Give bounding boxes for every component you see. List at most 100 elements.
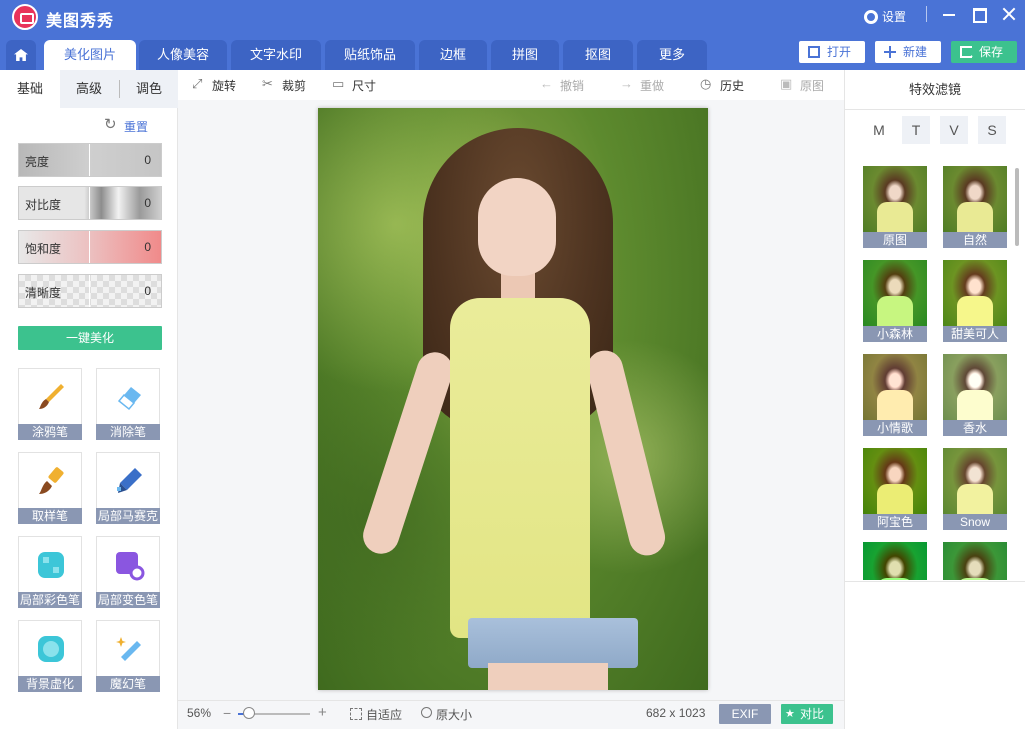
brightness-slider[interactable]: 亮度 0 xyxy=(18,143,162,177)
filter-label: 小情歌 xyxy=(863,420,927,436)
filter-category-v[interactable]: V xyxy=(940,116,968,144)
filter-love-song[interactable]: 小情歌 xyxy=(863,354,927,436)
open-button[interactable]: 打开 xyxy=(799,41,865,63)
tool-local-mosaic[interactable]: 局部马赛克 xyxy=(96,452,160,524)
fit-to-window-button[interactable]: 自适应 xyxy=(350,706,402,723)
close-icon[interactable] xyxy=(1001,6,1017,22)
filter-thumbnail xyxy=(943,260,1007,326)
image-canvas[interactable] xyxy=(178,100,844,700)
zoom-out-icon[interactable]: − xyxy=(223,705,231,721)
subtab-color[interactable]: 调色 xyxy=(120,70,178,108)
settings-button[interactable]: 设置 xyxy=(864,8,906,25)
filter-original[interactable]: 原图 xyxy=(863,166,927,248)
photo-shirt xyxy=(450,298,590,638)
rotate-icon: ⤢ xyxy=(192,76,203,91)
filter-label: Snow xyxy=(943,514,1007,530)
filter-label: 阿宝色 xyxy=(863,514,927,530)
filter-thumbnail xyxy=(863,542,927,580)
history-label: 历史 xyxy=(720,79,745,93)
tab-more[interactable]: 更多 xyxy=(637,40,707,70)
tab-cutout[interactable]: 抠图 xyxy=(563,40,633,70)
exif-button[interactable]: EXIF xyxy=(719,704,771,724)
tool-label: 取样笔 xyxy=(18,508,82,524)
tool-background-blur[interactable]: 背景虚化 xyxy=(18,620,82,692)
history-button[interactable]: ◷ 历史 xyxy=(700,77,744,94)
tool-label: 魔幻笔 xyxy=(96,676,160,692)
tab-stickers[interactable]: 贴纸饰品 xyxy=(325,40,415,70)
tool-label: 涂鸦笔 xyxy=(18,424,82,440)
filter-partial[interactable] xyxy=(943,542,1007,580)
filter-natural[interactable]: 自然 xyxy=(943,166,1007,248)
filter-partial[interactable] xyxy=(863,542,927,580)
minimize-icon[interactable] xyxy=(941,6,957,22)
save-label: 保存 xyxy=(979,45,1004,59)
tool-eraser-pen[interactable]: 消除笔 xyxy=(96,368,160,440)
photo-shorts xyxy=(468,618,638,668)
divider xyxy=(845,581,1025,582)
subtab-advanced[interactable]: 高级 xyxy=(60,70,118,108)
size-label: 尺寸 xyxy=(352,79,377,93)
zoom-in-icon[interactable]: + xyxy=(318,704,327,721)
filter-category-m[interactable]: M xyxy=(865,116,893,144)
filter-little-forest[interactable]: 小森林 xyxy=(863,260,927,342)
redo-button[interactable]: → 重做 xyxy=(620,77,664,94)
tool-sample-pen[interactable]: 取样笔 xyxy=(18,452,82,524)
zoom-percent: 56% xyxy=(187,706,212,720)
tab-text-watermark[interactable]: 文字水印 xyxy=(231,40,321,70)
tab-frame[interactable]: 边框 xyxy=(419,40,487,70)
tool-local-recolor-pen[interactable]: 局部变色笔 xyxy=(96,536,160,608)
filter-snow[interactable]: Snow xyxy=(943,448,1007,530)
maximize-icon[interactable] xyxy=(971,6,987,23)
filter-perfume[interactable]: 香水 xyxy=(943,354,1007,436)
filter-category-s[interactable]: S xyxy=(978,116,1006,144)
contrast-slider[interactable]: 对比度 0 xyxy=(18,186,162,220)
slider-value: 0 xyxy=(144,153,151,167)
filter-label: 原图 xyxy=(863,232,927,248)
zoom-slider-handle[interactable] xyxy=(243,707,255,719)
crop-button[interactable]: ✂ 裁剪 xyxy=(262,77,306,94)
redo-label: 重做 xyxy=(640,79,665,93)
filter-thumbnail xyxy=(943,542,1007,580)
filter-abao-color[interactable]: 阿宝色 xyxy=(863,448,927,530)
original-button[interactable]: ▣ 原图 xyxy=(780,77,824,94)
home-icon xyxy=(14,49,28,61)
tool-local-color-pen[interactable]: 局部彩色笔 xyxy=(18,536,82,608)
new-button[interactable]: 新建 xyxy=(875,41,941,63)
filter-scrollbar[interactable] xyxy=(1015,168,1019,246)
tab-beautify-photo[interactable]: 美化图片 xyxy=(44,40,136,70)
one-click-beautify-button[interactable]: 一键美化 xyxy=(18,326,162,350)
tool-magic-pen[interactable]: 魔幻笔 xyxy=(96,620,160,692)
tool-label: 局部彩色笔 xyxy=(18,592,82,608)
slider-label: 饱和度 xyxy=(25,242,62,256)
rotate-button[interactable]: ⤢ 旋转 xyxy=(192,77,236,94)
undo-button[interactable]: ← 撤销 xyxy=(540,77,584,94)
subtab-basic[interactable]: 基础 xyxy=(0,70,60,108)
settings-label: 设置 xyxy=(882,10,907,24)
divider xyxy=(89,144,90,176)
filter-sweet[interactable]: 甜美可人 xyxy=(943,260,1007,342)
saturation-slider[interactable]: 饱和度 0 xyxy=(18,230,162,264)
tool-label: 局部马赛克 xyxy=(96,508,160,524)
original-label: 原图 xyxy=(800,79,825,93)
size-button[interactable]: ▭ 尺寸 xyxy=(332,77,376,94)
slider-label: 亮度 xyxy=(25,155,50,169)
tool-doodle-pen[interactable]: 涂鸦笔 xyxy=(18,368,82,440)
save-button[interactable]: 保存 xyxy=(951,41,1017,66)
reset-button[interactable]: 重置 xyxy=(104,115,148,135)
tool-label: 背景虚化 xyxy=(18,676,82,692)
sharpness-slider[interactable]: 清晰度 0 xyxy=(18,274,162,308)
tab-portrait[interactable]: 人像美容 xyxy=(139,40,227,70)
filter-thumbnail xyxy=(943,166,1007,232)
filter-label: 小森林 xyxy=(863,326,927,342)
slider-label: 清晰度 xyxy=(25,286,62,300)
redo-arrow-icon: → xyxy=(620,76,633,91)
tab-collage[interactable]: 拼图 xyxy=(491,40,559,70)
export-icon xyxy=(960,44,975,66)
slider-value: 0 xyxy=(144,196,151,210)
image-icon xyxy=(808,46,820,58)
compare-button[interactable]: 对比 xyxy=(781,704,833,724)
actual-size-button[interactable]: 原大小 xyxy=(421,706,472,723)
filter-category-t[interactable]: T xyxy=(902,116,930,144)
status-bar: 56% − + 自适应 原大小 682 x 1023 EXIF 对比 xyxy=(178,700,844,729)
home-button[interactable] xyxy=(6,40,36,70)
